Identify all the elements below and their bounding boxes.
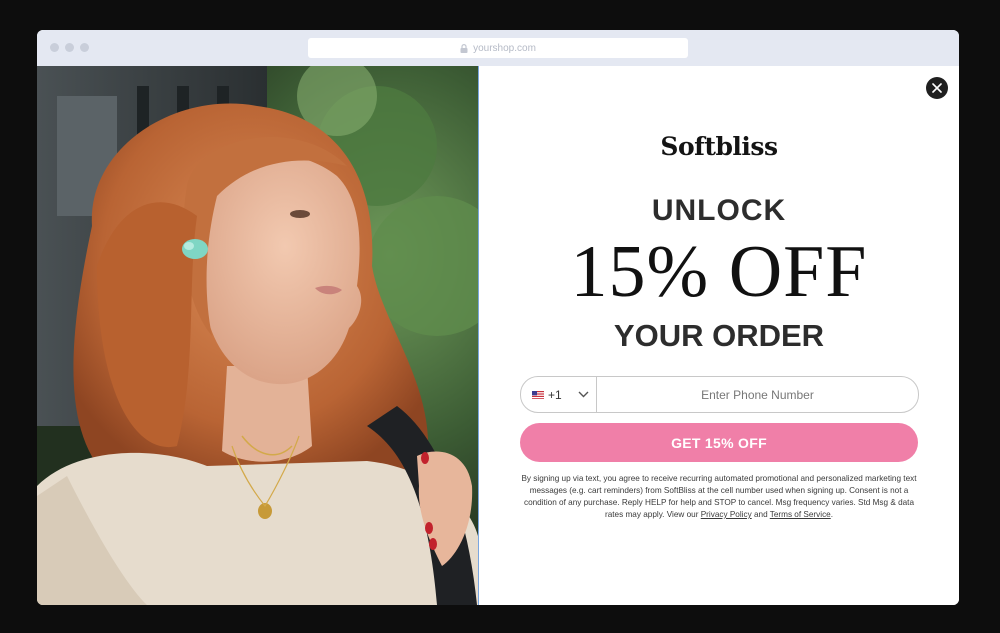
- us-flag-icon: [532, 390, 544, 399]
- lock-icon: [460, 43, 468, 53]
- window-dot-close[interactable]: [50, 43, 59, 52]
- browser-toolbar: yourshop.com: [37, 30, 959, 66]
- headline-top: UNLOCK: [651, 194, 787, 227]
- address-bar[interactable]: yourshop.com: [308, 38, 688, 58]
- close-icon: [932, 83, 942, 93]
- get-discount-button[interactable]: GET 15% OFF: [520, 423, 918, 462]
- window-dot-maximize[interactable]: [80, 43, 89, 52]
- disclaimer-and: and: [751, 510, 770, 519]
- privacy-policy-link[interactable]: Privacy Policy: [701, 510, 752, 519]
- terms-of-service-link[interactable]: Terms of Service: [770, 510, 831, 519]
- brand-logo: Softbliss: [660, 132, 778, 161]
- signup-popup: Softbliss UNLOCK 15% OFF YOUR ORDER +1 E…: [479, 66, 959, 605]
- headline-bottom: YOUR ORDER: [613, 318, 825, 353]
- browser-window: yourshop.com Softbliss UNLOCK 15% OFF YO…: [37, 30, 959, 605]
- phone-number-input[interactable]: [597, 377, 918, 412]
- country-code-selector[interactable]: +1: [521, 377, 597, 412]
- sms-consent-disclaimer: By signing up via text, you agree to rec…: [519, 473, 919, 521]
- close-button[interactable]: [926, 77, 948, 99]
- woman-with-earbud-image: [37, 66, 478, 605]
- url-text: yourshop.com: [473, 42, 536, 54]
- window-dot-minimize[interactable]: [65, 43, 74, 52]
- hero-photo: [37, 66, 479, 605]
- headline-discount: 15% OFF: [570, 231, 868, 313]
- chevron-down-icon: [578, 391, 589, 398]
- dial-code: +1: [548, 387, 562, 402]
- disclaimer-end: .: [830, 510, 833, 519]
- phone-field-group: +1: [520, 376, 919, 413]
